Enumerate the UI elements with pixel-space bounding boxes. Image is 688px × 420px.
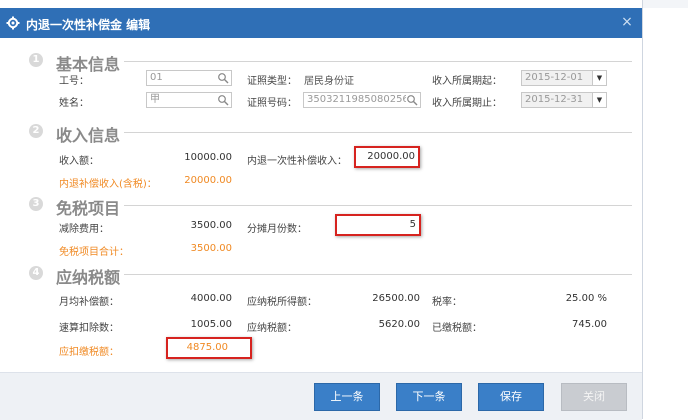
- quick-deduction-value: 1005.00: [190, 319, 232, 330]
- tax-payable-value: 5620.00: [378, 319, 420, 330]
- income-amount-label: 收入额：: [59, 156, 99, 167]
- income-end-label: 收入所属期止：: [432, 98, 502, 109]
- months-input[interactable]: 5: [335, 214, 421, 236]
- exempt-total-value: 3500.00: [190, 243, 232, 254]
- id-type-value: 居民身份证: [304, 76, 354, 87]
- income-start-value: 2015-12-01: [525, 72, 584, 83]
- dialog-title: 内退一次性补偿金 编辑: [26, 18, 151, 32]
- work-id-input[interactable]: 01: [146, 70, 232, 86]
- income-start-select[interactable]: 2015-12-01 ▼: [521, 70, 607, 86]
- work-id-value: 01: [150, 72, 163, 83]
- section-number-4: 4: [29, 266, 43, 280]
- withhold-label: 应扣缴税额：: [59, 347, 119, 358]
- section-divider: [124, 205, 632, 206]
- section-divider: [124, 274, 632, 275]
- tax-payable-label: 应纳税额：: [247, 323, 297, 334]
- income-amount-value: 10000.00: [184, 152, 232, 163]
- lump-sum-value: 20000.00: [367, 151, 415, 162]
- gear-icon: [6, 16, 20, 30]
- months-value: 5: [409, 219, 416, 230]
- section-number-3: 3: [29, 197, 43, 211]
- edit-dialog: 内退一次性补偿金 编辑 × 1 基本信息 工号： 01 姓名： 甲 证照类型： …: [0, 0, 643, 420]
- income-total-value: 20000.00: [184, 175, 232, 186]
- chevron-down-icon[interactable]: ▼: [592, 93, 606, 107]
- withhold-highlight: 4875.00: [166, 337, 252, 359]
- section-divider: [124, 132, 632, 133]
- section-number-1: 1: [29, 53, 43, 67]
- close-icon[interactable]: ×: [619, 14, 635, 30]
- tax-paid-value: 745.00: [572, 319, 607, 330]
- quick-deduction-label: 速算扣除数：: [59, 323, 119, 334]
- dialog-titlebar: 内退一次性补偿金 编辑 ×: [0, 8, 642, 38]
- work-id-label: 工号：: [59, 76, 89, 87]
- section-divider: [124, 61, 632, 62]
- income-end-value: 2015-12-31: [525, 94, 584, 105]
- deduction-value: 3500.00: [190, 220, 232, 231]
- monthly-comp-value: 4000.00: [190, 293, 232, 304]
- search-icon[interactable]: [217, 72, 229, 84]
- exempt-total-label: 免税项目合计：: [59, 247, 129, 258]
- name-value: 甲: [150, 94, 160, 105]
- taxable-income-label: 应纳税所得额：: [247, 297, 317, 308]
- withhold-value: 4875.00: [186, 342, 228, 353]
- section-title-income: 收入信息: [56, 126, 121, 145]
- section-title-tax: 应纳税额: [56, 268, 121, 287]
- months-label: 分摊月份数：: [247, 224, 307, 235]
- prev-button[interactable]: 上一条: [314, 383, 380, 411]
- section-number-2: 2: [29, 124, 43, 138]
- rate-label: 税率：: [432, 297, 462, 308]
- search-icon[interactable]: [217, 94, 229, 106]
- lump-sum-input[interactable]: 20000.00: [354, 146, 420, 168]
- income-total-label: 内退补偿收入(含税)：: [59, 179, 157, 190]
- chevron-down-icon[interactable]: ▼: [592, 71, 606, 85]
- income-end-select[interactable]: 2015-12-31 ▼: [521, 92, 607, 108]
- save-button[interactable]: 保存: [478, 383, 544, 411]
- tax-paid-label: 已缴税额：: [432, 323, 482, 334]
- next-button[interactable]: 下一条: [396, 383, 462, 411]
- close-button[interactable]: 关闭: [561, 383, 627, 411]
- name-input[interactable]: 甲: [146, 92, 232, 108]
- rate-value: 25.00 %: [565, 293, 607, 304]
- taxable-income-value: 26500.00: [372, 293, 420, 304]
- lump-sum-label: 内退一次性补偿收入：: [247, 156, 347, 167]
- id-number-input[interactable]: 35032119850802562: [303, 92, 421, 108]
- income-start-label: 收入所属期起：: [432, 76, 502, 87]
- id-type-label: 证照类型：: [247, 76, 297, 87]
- monthly-comp-label: 月均补偿额：: [59, 297, 119, 308]
- id-number-value: 35032119850802562: [307, 94, 416, 105]
- search-icon[interactable]: [406, 94, 418, 106]
- id-number-label: 证照号码：: [247, 98, 297, 109]
- deduction-label: 减除费用：: [59, 224, 109, 235]
- section-title-exempt: 免税项目: [56, 199, 121, 218]
- name-label: 姓名：: [59, 98, 89, 109]
